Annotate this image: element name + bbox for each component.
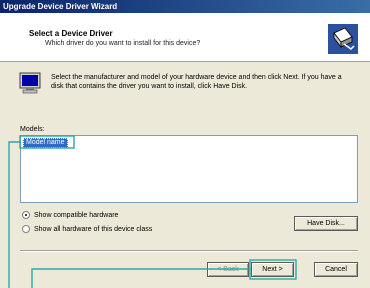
show-all-label: Show all hardware of this device class bbox=[34, 225, 153, 233]
models-list[interactable]: Model name bbox=[20, 135, 358, 203]
show-all-option[interactable]: Show all hardware of this device class bbox=[22, 225, 152, 233]
instruction-text: Select the manufacturer and model of you… bbox=[51, 74, 342, 90]
models-label: Models: bbox=[20, 126, 45, 133]
cancel-button[interactable]: Cancel bbox=[314, 262, 358, 277]
wizard-window: Upgrade Device Driver Wizard Select a De… bbox=[0, 0, 370, 288]
monitor-icon bbox=[19, 72, 41, 94]
show-compatible-option[interactable]: Show compatible hardware bbox=[22, 211, 118, 219]
callout-line-model bbox=[8, 141, 20, 288]
separator bbox=[20, 250, 358, 252]
wizard-header: Select a Device Driver Which driver do y… bbox=[0, 13, 370, 62]
title-bar: Upgrade Device Driver Wizard bbox=[0, 0, 370, 13]
radio-selected[interactable] bbox=[22, 211, 30, 219]
list-item[interactable]: Model name bbox=[23, 138, 68, 148]
show-compatible-label: Show compatible hardware bbox=[34, 211, 119, 219]
header-title: Select a Device Driver bbox=[29, 29, 113, 38]
next-button[interactable]: Next > bbox=[251, 262, 294, 277]
back-button[interactable]: < Back bbox=[207, 262, 249, 277]
header-subtitle: Which driver do you want to install for … bbox=[45, 40, 201, 47]
have-disk-button[interactable]: Have Disk... bbox=[294, 216, 358, 231]
radio-unselected[interactable] bbox=[22, 225, 30, 233]
hardware-card-icon bbox=[328, 24, 358, 54]
